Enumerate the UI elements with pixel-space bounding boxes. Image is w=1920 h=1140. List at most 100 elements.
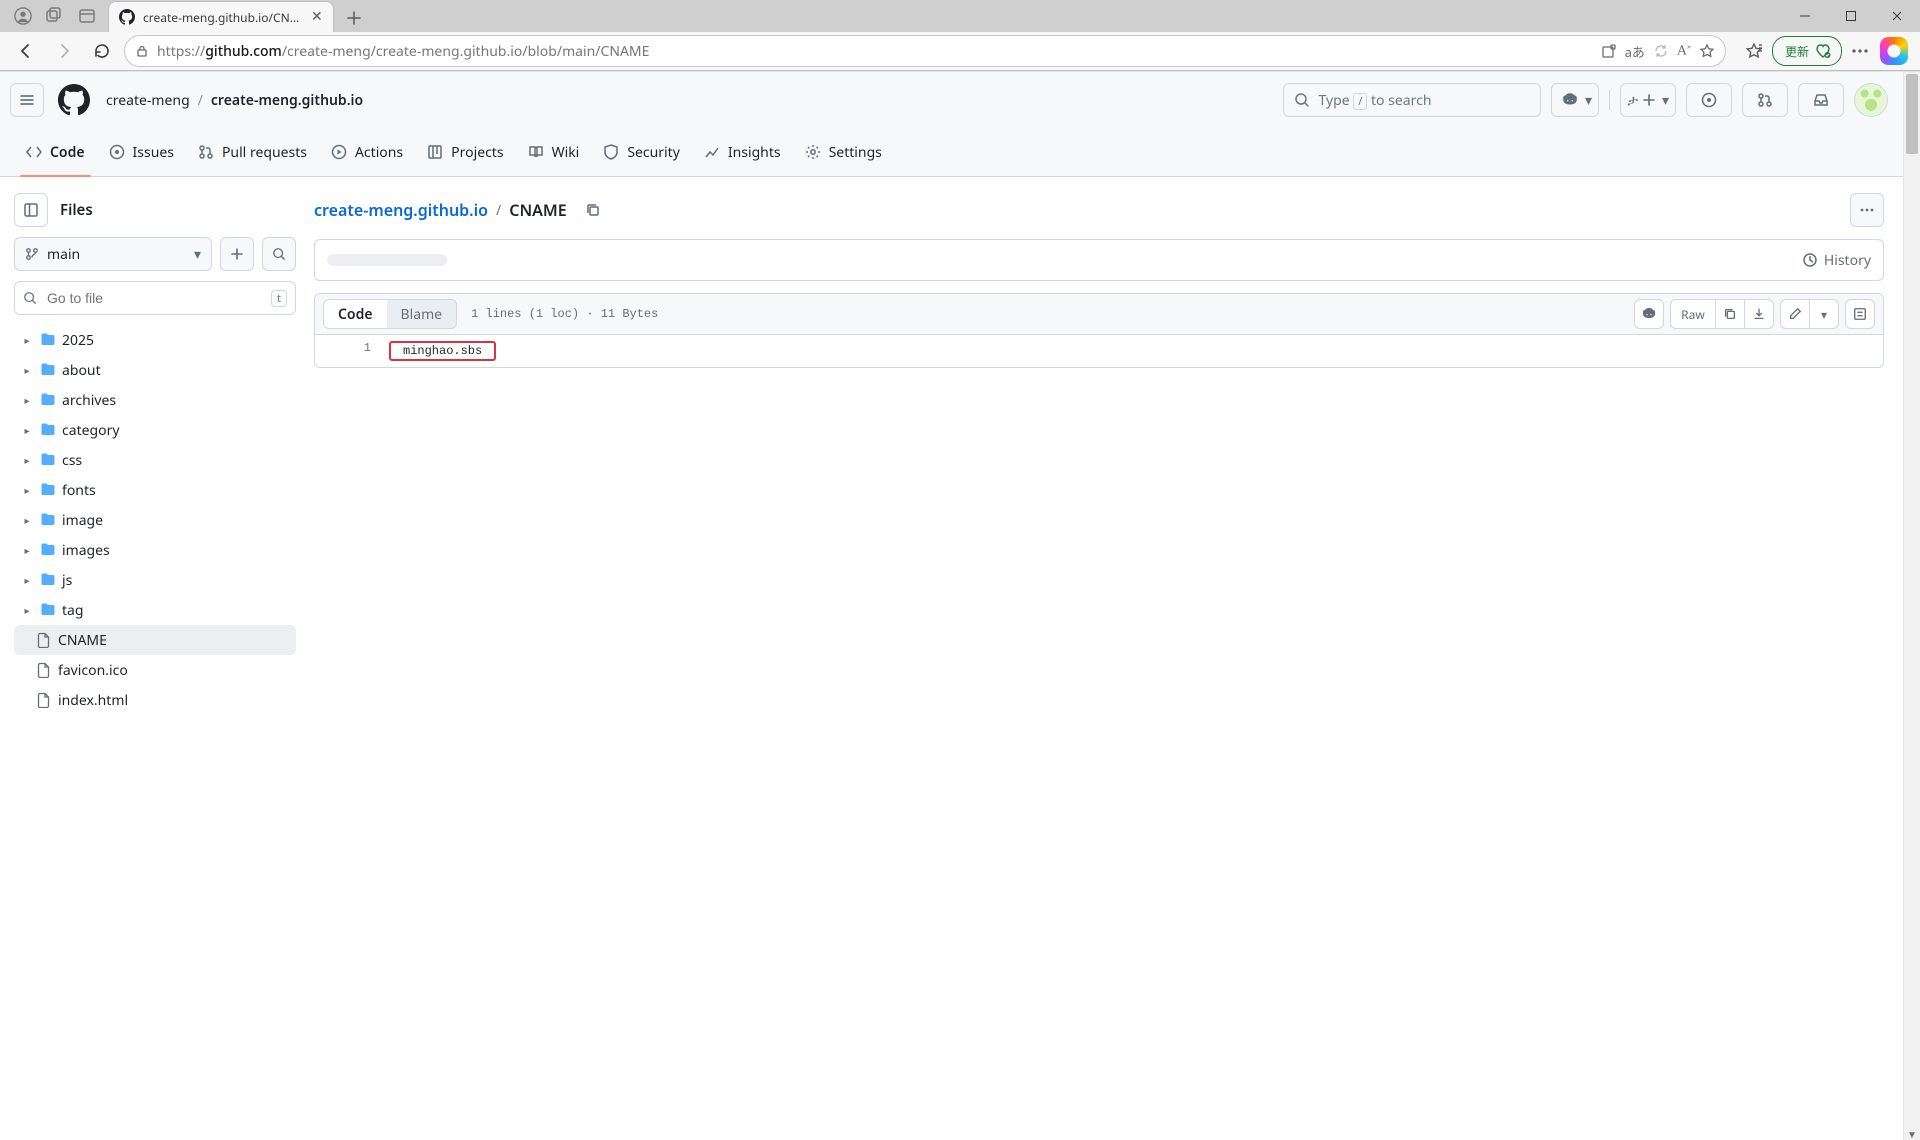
read-aloud-icon[interactable]: A» xyxy=(1677,42,1691,60)
favorite-star-icon[interactable] xyxy=(1699,43,1715,59)
profile-icon[interactable] xyxy=(14,7,32,25)
line-content[interactable]: minghao.sbs xyxy=(385,335,1883,367)
translate-icon[interactable]: aあ xyxy=(1625,42,1645,61)
tree-item-favicon-ico[interactable]: favicon.ico xyxy=(14,655,296,685)
issues-button[interactable] xyxy=(1686,83,1732,117)
raw-copy-download-group: Raw xyxy=(1670,299,1774,329)
new-tab-button[interactable] xyxy=(340,4,368,32)
github-header: create-meng / create-meng.github.io Type… xyxy=(0,72,1904,128)
nav-back-button[interactable] xyxy=(10,35,42,67)
tree-item-tag[interactable]: ▸tag xyxy=(14,595,296,625)
history-icon xyxy=(1802,252,1818,268)
edit-file-button[interactable] xyxy=(1780,299,1809,329)
line-number[interactable]: 1 xyxy=(315,335,385,361)
window-maximize-button[interactable] xyxy=(1828,0,1874,32)
nav-refresh-button[interactable] xyxy=(86,35,118,67)
github-logo-icon[interactable] xyxy=(58,84,90,116)
view-blame-button[interactable]: Blame xyxy=(387,300,457,328)
owner-link[interactable]: create-meng xyxy=(106,91,190,110)
chevron-right-icon: ▸ xyxy=(20,423,34,437)
scroll-thumb[interactable] xyxy=(1906,74,1918,154)
tab-actions-icon[interactable] xyxy=(78,7,96,25)
favorites-icon[interactable] xyxy=(1738,35,1770,67)
global-nav-menu-button[interactable] xyxy=(10,83,44,117)
tab-wiki[interactable]: Wiki xyxy=(518,128,590,176)
tree-item-2025[interactable]: ▸ 2025 xyxy=(14,325,296,355)
tab-projects[interactable]: Projects xyxy=(417,128,513,176)
folder-icon xyxy=(40,482,56,498)
tab-issues[interactable]: Issues xyxy=(99,128,184,176)
workspaces-icon[interactable] xyxy=(46,7,64,25)
tree-item-index-html[interactable]: index.html xyxy=(14,685,296,715)
tab-close-icon[interactable]: ✕ xyxy=(311,10,323,24)
tree-item-css[interactable]: ▸css xyxy=(14,445,296,475)
extensions-icon[interactable] xyxy=(1601,43,1617,59)
header-actions: Type / to search ▾ ታ ▾ xyxy=(1283,83,1888,117)
tree-item-about[interactable]: ▸about xyxy=(14,355,296,385)
view-code-button[interactable]: Code xyxy=(324,300,387,328)
tab-settings[interactable]: Settings xyxy=(795,128,892,176)
window-minimize-button[interactable] xyxy=(1782,0,1828,32)
pull-requests-button[interactable] xyxy=(1742,83,1788,117)
path-separator: / xyxy=(496,201,501,220)
tree-item-images[interactable]: ▸images xyxy=(14,535,296,565)
browser-tab-active[interactable]: create-meng.github.io/CNAME at ✕ xyxy=(108,1,334,32)
pull-request-icon xyxy=(198,144,214,160)
browser-tabs: create-meng.github.io/CNAME at ✕ xyxy=(108,0,368,32)
tab-actions[interactable]: Actions xyxy=(321,128,413,176)
history-link[interactable]: History xyxy=(1802,251,1871,270)
tree-collapse-button[interactable] xyxy=(14,193,48,227)
raw-button[interactable]: Raw xyxy=(1670,299,1715,329)
global-search[interactable]: Type / to search xyxy=(1283,83,1541,117)
add-file-button[interactable] xyxy=(220,237,254,271)
symbols-button[interactable] xyxy=(1845,299,1875,329)
tab-pull-requests[interactable]: Pull requests xyxy=(188,128,317,176)
copilot-button[interactable]: ▾ xyxy=(1551,83,1599,117)
tree-item-js[interactable]: ▸js xyxy=(14,565,296,595)
chevron-right-icon: ▸ xyxy=(20,333,34,347)
notifications-button[interactable] xyxy=(1798,83,1844,117)
download-raw-button[interactable] xyxy=(1744,299,1774,329)
tree-filter-input[interactable] xyxy=(45,289,263,307)
scroll-down-icon[interactable]: ▼ xyxy=(1904,1126,1920,1140)
tree-item-label: 2025 xyxy=(62,331,94,350)
branch-select[interactable]: main ▾ xyxy=(14,237,212,271)
file-more-button[interactable] xyxy=(1850,193,1884,227)
tree-item-CNAME[interactable]: CNAME xyxy=(14,625,296,655)
edit-dropdown-button[interactable]: ▾ xyxy=(1809,299,1839,329)
address-bar[interactable]: https://github.com/create-meng/create-me… xyxy=(124,35,1726,67)
page-content: create-meng / create-meng.github.io Type… xyxy=(0,72,1904,1140)
sync-icon[interactable] xyxy=(1653,43,1669,59)
copilot-code-button[interactable] xyxy=(1634,299,1664,329)
tree-item-image[interactable]: ▸image xyxy=(14,505,296,535)
tree-item-fonts[interactable]: ▸fonts xyxy=(14,475,296,505)
repo-link[interactable]: create-meng.github.io xyxy=(211,91,363,110)
tree-item-category[interactable]: ▸ category xyxy=(14,415,296,445)
chevron-right-icon: ▸ xyxy=(20,603,34,617)
copilot-icon[interactable] xyxy=(1878,35,1910,67)
repo-breadcrumb: create-meng / create-meng.github.io xyxy=(106,91,363,110)
code-body[interactable]: 1 minghao.sbs xyxy=(315,335,1883,367)
graph-icon xyxy=(704,144,720,160)
path-repo-link[interactable]: create-meng.github.io xyxy=(314,199,488,221)
browser-tabstrip: create-meng.github.io/CNAME at ✕ xyxy=(0,0,1920,32)
update-button[interactable]: 更新 xyxy=(1772,36,1842,66)
window-close-button[interactable] xyxy=(1874,0,1920,32)
search-tree-button[interactable] xyxy=(262,237,296,271)
tab-insights[interactable]: Insights xyxy=(694,128,791,176)
copy-path-button[interactable] xyxy=(579,196,607,224)
create-new-button[interactable]: ታ ▾ xyxy=(1620,83,1676,117)
nav-forward-button[interactable] xyxy=(48,35,80,67)
tree-filter[interactable]: t xyxy=(14,281,296,315)
tab-security[interactable]: Security xyxy=(593,128,690,176)
page-scrollbar[interactable]: ▲ ▼ xyxy=(1903,72,1920,1140)
tab-code[interactable]: Code xyxy=(16,128,95,176)
user-avatar[interactable] xyxy=(1854,83,1888,117)
tree-item-label: category xyxy=(62,421,120,440)
copy-raw-button[interactable] xyxy=(1715,299,1744,329)
tree-item-archives[interactable]: ▸archives xyxy=(14,385,296,415)
more-menu-button[interactable] xyxy=(1844,35,1876,67)
tabstrip-left-buttons xyxy=(8,0,104,32)
shield-icon xyxy=(603,144,619,160)
latest-commit-bar: History xyxy=(314,239,1884,281)
